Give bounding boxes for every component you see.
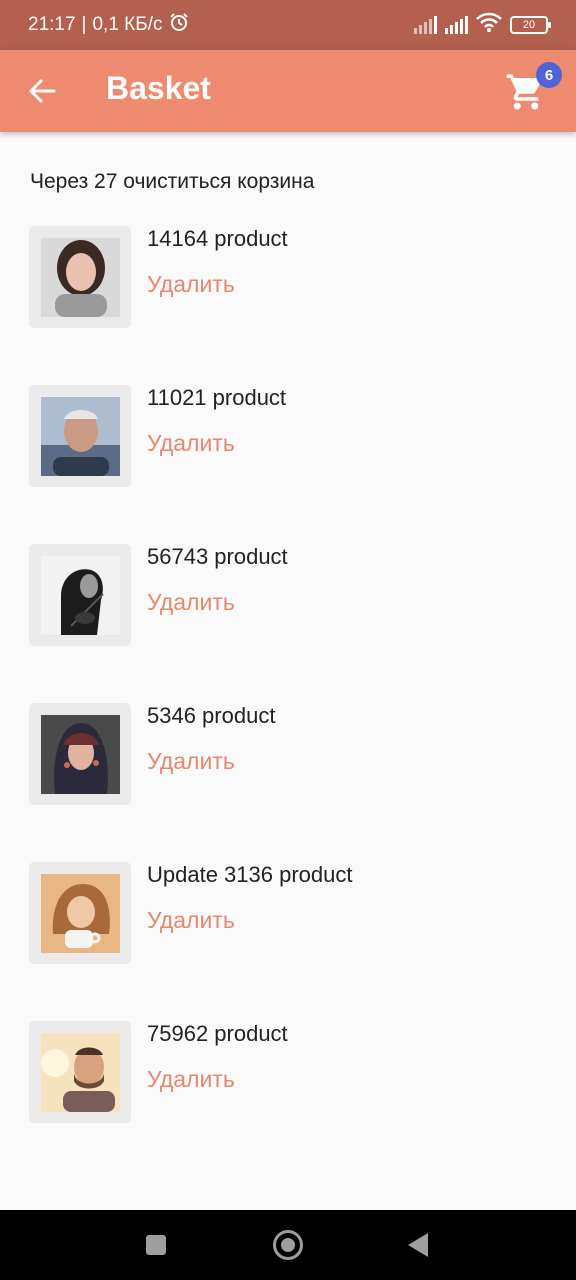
- status-time: 21:17: [28, 14, 76, 35]
- wifi-icon: [476, 12, 502, 38]
- cart-count-badge: 6: [536, 62, 562, 88]
- signal-icon: [414, 16, 437, 34]
- battery-icon: 20: [510, 16, 551, 34]
- basket-expiry-notice: Через 27 очиститься корзина: [30, 170, 315, 193]
- back-button[interactable]: [22, 71, 62, 111]
- product-name: Update 3136 product: [147, 862, 353, 887]
- battery-level: 20: [522, 19, 536, 31]
- status-right: 20: [414, 12, 551, 38]
- product-image-frame: [29, 385, 131, 487]
- product-image-frame: [29, 544, 131, 646]
- product-image-frame: [29, 862, 131, 964]
- product-image: [41, 238, 120, 317]
- back-icon[interactable]: [408, 1233, 428, 1257]
- product-image: [41, 874, 120, 953]
- recents-icon[interactable]: [146, 1235, 166, 1255]
- list-item: 14164 product Удалить: [0, 224, 576, 383]
- arrow-left-icon: [29, 79, 56, 103]
- page-title: Basket: [106, 70, 211, 106]
- product-image: [41, 715, 120, 794]
- status-bar: 21:17 | 0,1 КБ/с 20: [0, 0, 576, 50]
- basket-list: 14164 product Удалить 11021 product Удал…: [0, 224, 576, 1178]
- delete-button[interactable]: Удалить: [147, 430, 235, 457]
- delete-button[interactable]: Удалить: [147, 907, 235, 934]
- product-name: 56743 product: [147, 544, 288, 569]
- app-bar: Basket: [0, 50, 576, 132]
- status-left: 21:17 | 0,1 КБ/с: [28, 12, 189, 38]
- product-name: 75962 product: [147, 1021, 288, 1046]
- list-item: Update 3136 product Удалить: [0, 860, 576, 1019]
- delete-button[interactable]: Удалить: [147, 271, 235, 298]
- list-item: 5346 product Удалить: [0, 701, 576, 860]
- product-name: 5346 product: [147, 703, 276, 728]
- product-image-frame: [29, 226, 131, 328]
- status-separator: |: [81, 14, 87, 35]
- product-name: 11021 product: [147, 385, 287, 410]
- signal-icon: [445, 16, 468, 34]
- product-image-frame: [29, 703, 131, 805]
- list-item: 75962 product Удалить: [0, 1019, 576, 1178]
- status-speed: 0,1 КБ/с: [92, 14, 163, 35]
- product-image: [41, 397, 120, 476]
- product-name: 14164 product: [147, 226, 288, 251]
- home-icon[interactable]: [273, 1230, 303, 1260]
- product-image: [41, 556, 120, 635]
- product-image: [41, 1033, 120, 1112]
- delete-button[interactable]: Удалить: [147, 1066, 235, 1093]
- alarm-icon: [169, 12, 189, 38]
- list-item: 11021 product Удалить: [0, 383, 576, 542]
- delete-button[interactable]: Удалить: [147, 748, 235, 775]
- product-image-frame: [29, 1021, 131, 1123]
- system-nav-bar: [0, 1210, 576, 1280]
- list-item: 56743 product Удалить: [0, 542, 576, 701]
- delete-button[interactable]: Удалить: [147, 589, 235, 616]
